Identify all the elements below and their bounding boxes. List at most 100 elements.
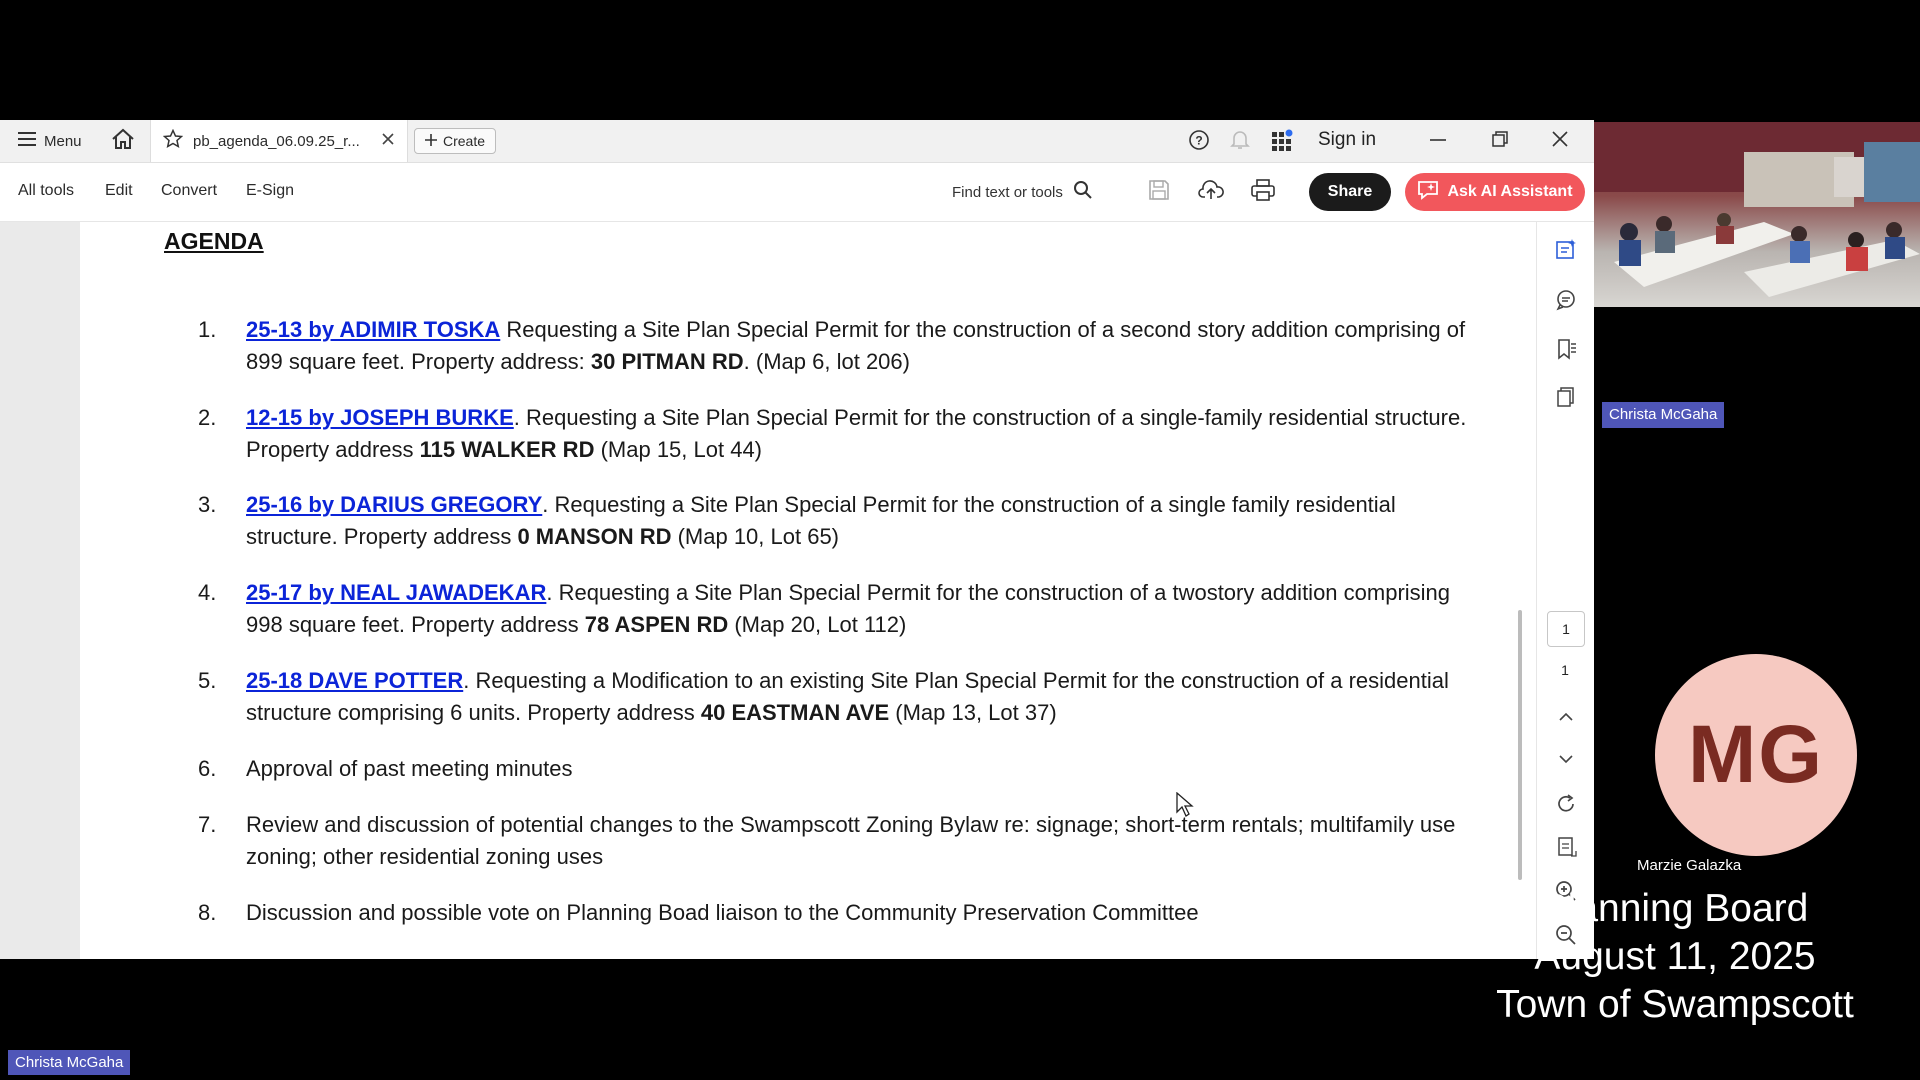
meeting-title-overlay: Planning Board August 11, 2025 Town of S… (1490, 885, 1860, 1029)
close-icon (1550, 129, 1570, 153)
create-label: Create (443, 133, 486, 149)
case-link[interactable]: 25-17 by NEAL JAWADEKAR (246, 580, 546, 605)
star-icon[interactable] (162, 128, 184, 153)
case-link[interactable]: 25-16 by DARIUS GREGORY (246, 492, 542, 517)
plus-icon (425, 133, 437, 149)
chevron-down-icon[interactable] (1553, 746, 1579, 772)
item-number: 5. (198, 668, 217, 693)
item-number: 4. (198, 580, 217, 605)
active-speaker-name-tag: Christa McGaha (8, 1050, 131, 1075)
apps-button[interactable] (1271, 129, 1293, 155)
search-icon (1073, 180, 1093, 204)
mouse-cursor-icon (1176, 791, 1194, 823)
close-tab-icon[interactable] (381, 132, 395, 150)
apps-grid-icon (1271, 129, 1293, 155)
participant-name: Marzie Galazka (1637, 857, 1742, 874)
item-body: 25-16 by DARIUS GREGORY. Requesting a Si… (246, 489, 1486, 553)
home-button[interactable] (110, 128, 136, 154)
overlay-line: August 11, 2025 (1534, 935, 1816, 978)
property-address: 0 MANSON RD (517, 524, 672, 549)
overlay-line: Town of Swampscott (1496, 983, 1854, 1026)
save-icon[interactable] (1148, 179, 1170, 206)
item-body: 25-13 by ADIMIR TOSKA Requesting a Site … (246, 314, 1486, 378)
create-button[interactable]: Create (414, 128, 497, 154)
help-button[interactable]: ? (1188, 129, 1210, 155)
vertical-scrollbar[interactable] (1518, 610, 1522, 880)
item-number: 7. (198, 812, 217, 837)
item-text: Review and discussion of potential chang… (246, 812, 1456, 869)
case-link[interactable]: 25-13 by ADIMIR TOSKA (246, 317, 500, 342)
case-link[interactable]: 25-18 DAVE POTTER (246, 668, 463, 693)
close-window-button[interactable] (1550, 129, 1570, 153)
svg-text:?: ? (1195, 134, 1202, 148)
item-body: 25-17 by NEAL JAWADEKAR. Requesting a Si… (246, 577, 1486, 641)
notifications-button[interactable] (1230, 129, 1250, 155)
sign-in-button[interactable]: Sign in (1318, 129, 1376, 151)
edit-pdf-icon[interactable] (1553, 236, 1579, 262)
menu-button[interactable]: Menu (18, 129, 82, 153)
find-label: Find text or tools (952, 183, 1063, 201)
item-text: (Map 13, Lot 37) (889, 700, 1057, 725)
home-icon (111, 128, 135, 154)
property-address: 40 EASTMAN AVE (700, 700, 890, 725)
item-text: (Map 15, Lot 44) (594, 437, 763, 462)
hamburger-icon (18, 132, 36, 150)
right-rail: 1 1 (1536, 222, 1594, 959)
agenda-list: 1. 25-13 by ADIMIR TOSKA Requesting a Si… (80, 222, 1514, 959)
participant-avatar: MG (1655, 654, 1857, 856)
item-number: 2. (198, 405, 217, 430)
pages-icon[interactable] (1553, 384, 1579, 410)
item-text: Discussion and possible vote on Planning… (246, 900, 1199, 925)
tab-name: pb_agenda_06.09.25_r... (193, 132, 360, 150)
property-address: 115 WALKER RD (419, 437, 595, 462)
upload-cloud-icon[interactable] (1198, 179, 1224, 206)
meeting-room-video (1594, 122, 1920, 297)
page-total: 1 (1561, 662, 1569, 678)
pdf-page: AGENDA 1. 25-13 by ADIMIR TOSKA Requesti… (80, 222, 1514, 959)
menu-label: Menu (44, 132, 82, 150)
main-toolbar: All tools Edit Convert E-Sign Find text … (0, 163, 1594, 222)
bookmark-icon[interactable] (1553, 336, 1579, 362)
page-number-input[interactable]: 1 (1547, 611, 1585, 647)
ai-assistant-label: Ask AI Assistant (1447, 183, 1573, 200)
ai-assistant-icon (1417, 180, 1439, 205)
participant-video-tile[interactable] (1594, 122, 1920, 307)
edit-menu[interactable]: Edit (105, 182, 133, 200)
help-icon: ? (1188, 129, 1210, 155)
bell-icon (1230, 129, 1250, 155)
document-tab[interactable]: pb_agenda_06.09.25_r... (150, 120, 408, 162)
item-text: Approval of past meeting minutes (246, 756, 573, 781)
item-body: 12-15 by JOSEPH BURKE. Requesting a Site… (246, 402, 1486, 466)
tab-bar: Menu pb_agenda_06.09.25_r... Create ? Si… (0, 120, 1594, 163)
item-body: 25-18 DAVE POTTER. Requesting a Modifica… (246, 665, 1486, 729)
ask-ai-assistant-button[interactable]: Ask AI Assistant (1405, 173, 1585, 211)
minimize-button[interactable] (1428, 129, 1448, 153)
restore-button[interactable] (1490, 129, 1510, 153)
all-tools-menu[interactable]: All tools (18, 182, 74, 200)
comment-icon[interactable] (1553, 287, 1579, 313)
esign-menu[interactable]: E-Sign (246, 182, 294, 200)
chevron-up-icon[interactable] (1553, 704, 1579, 730)
share-button[interactable]: Share (1309, 173, 1391, 211)
find-text-or-tools[interactable]: Find text or tools (952, 180, 1093, 204)
item-text: (Map 10, Lot 65) (671, 524, 840, 549)
item-number: 3. (198, 492, 217, 517)
acrobat-window: Menu pb_agenda_06.09.25_r... Create ? Si… (0, 120, 1594, 959)
page-fit-icon[interactable] (1553, 834, 1579, 860)
item-text: (Map 20, Lot 112) (728, 612, 907, 637)
item-number: 1. (198, 317, 217, 342)
document-viewer[interactable]: AGENDA 1. 25-13 by ADIMIR TOSKA Requesti… (0, 222, 1514, 959)
item-text: . (Map 6, lot 206) (743, 349, 910, 374)
overlay-line: Planning Board (1541, 887, 1809, 930)
print-icon[interactable] (1251, 179, 1275, 206)
rotate-icon[interactable] (1553, 791, 1579, 817)
case-link[interactable]: 12-15 by JOSEPH BURKE (246, 405, 514, 430)
restore-icon (1490, 129, 1510, 153)
property-address: 78 ASPEN RD (584, 612, 729, 637)
property-address: 30 PITMAN RD (590, 349, 744, 374)
convert-menu[interactable]: Convert (161, 182, 217, 200)
video-name-tag: Christa McGaha (1602, 402, 1725, 428)
item-number: 6. (198, 756, 217, 781)
item-number: 8. (198, 900, 217, 925)
minimize-icon (1428, 129, 1448, 153)
